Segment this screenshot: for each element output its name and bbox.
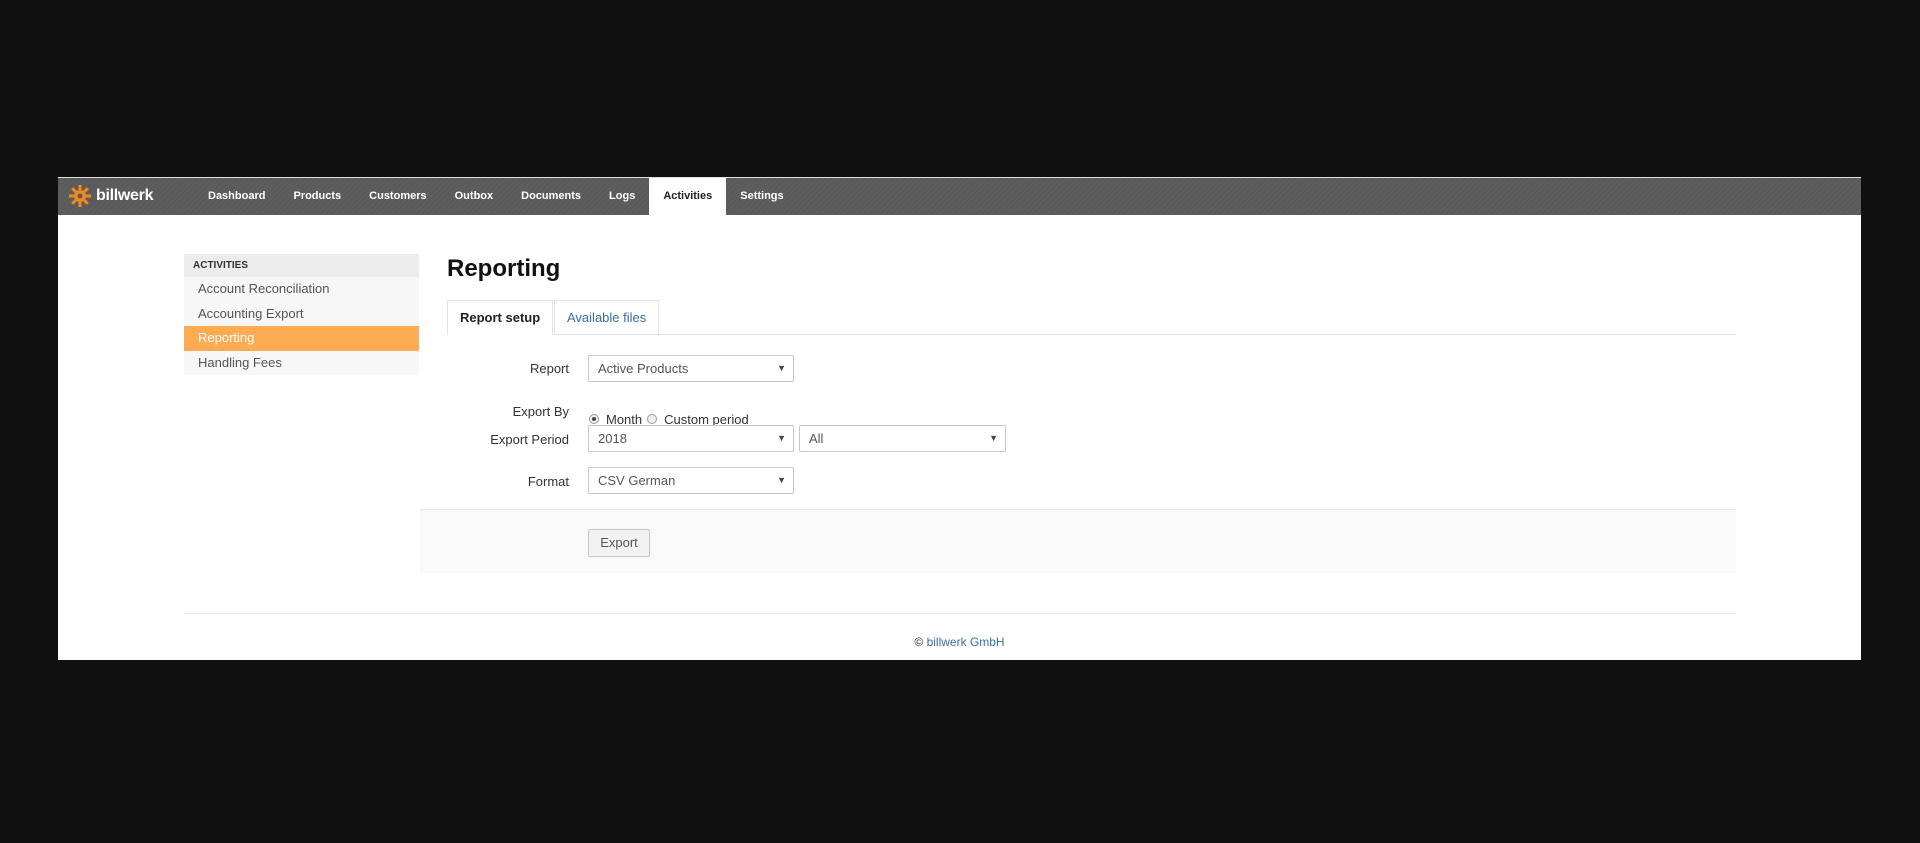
- chevron-down-icon: ▼: [777, 475, 786, 485]
- sidebar-item-accounting-export[interactable]: Accounting Export: [184, 301, 419, 326]
- nav-outbox[interactable]: Outbox: [441, 178, 508, 215]
- sidebar-item-account-reconciliation[interactable]: Account Reconciliation: [184, 277, 419, 302]
- top-navigation-bar: billwerk Dashboard Products Customers Ou…: [58, 177, 1861, 215]
- main-nav: Dashboard Products Customers Outbox Docu…: [194, 178, 798, 216]
- report-label: Report: [529, 361, 569, 376]
- format-label: Format: [527, 474, 569, 489]
- chevron-down-icon: ▼: [989, 433, 998, 443]
- radio-month[interactable]: [589, 414, 599, 424]
- page-title: Reporting: [447, 255, 561, 282]
- gear-logo-icon: [69, 185, 91, 207]
- copyright-symbol: ©: [914, 635, 924, 649]
- export-period-year-value: 2018: [598, 431, 627, 446]
- brand-name: billwerk: [96, 187, 154, 204]
- report-select[interactable]: Active Products ▼: [588, 355, 794, 382]
- logo[interactable]: billwerk: [68, 183, 153, 209]
- nav-dashboard[interactable]: Dashboard: [194, 178, 279, 215]
- chevron-down-icon: ▼: [777, 433, 786, 443]
- export-period-year-select[interactable]: 2018 ▼: [588, 425, 794, 452]
- copyright: © billwerk GmbH: [58, 635, 1861, 649]
- report-select-value: Active Products: [598, 361, 689, 376]
- app-window: billwerk Dashboard Products Customers Ou…: [58, 177, 1861, 660]
- export-by-label: Export By: [512, 404, 569, 419]
- export-button[interactable]: Export: [588, 529, 650, 557]
- chevron-down-icon: ▼: [777, 363, 786, 373]
- tab-bar: Report setup Available files: [447, 300, 1736, 335]
- radio-custom-period[interactable]: [647, 414, 658, 424]
- sidebar: ACTIVITIES Account Reconciliation Accoun…: [184, 254, 419, 375]
- company-link[interactable]: billwerk GmbH: [927, 635, 1005, 649]
- format-select-value: CSV German: [598, 473, 676, 488]
- export-period-month-select[interactable]: All ▼: [799, 425, 1006, 452]
- nav-activities[interactable]: Activities: [649, 178, 727, 215]
- nav-logs[interactable]: Logs: [595, 178, 649, 215]
- footer-divider: [184, 613, 1736, 614]
- export-period-label: Export Period: [490, 432, 569, 447]
- sidebar-heading: ACTIVITIES: [184, 254, 419, 277]
- nav-customers[interactable]: Customers: [355, 178, 440, 215]
- export-period-month-value: All: [809, 431, 824, 446]
- sidebar-item-reporting[interactable]: Reporting: [184, 326, 419, 351]
- nav-documents[interactable]: Documents: [507, 178, 595, 215]
- tab-report-setup[interactable]: Report setup: [447, 300, 554, 335]
- nav-settings[interactable]: Settings: [726, 178, 797, 215]
- format-select[interactable]: CSV German ▼: [588, 467, 794, 494]
- tab-available-files[interactable]: Available files: [554, 300, 660, 334]
- sidebar-item-handling-fees[interactable]: Handling Fees: [184, 350, 419, 375]
- nav-products[interactable]: Products: [279, 178, 355, 215]
